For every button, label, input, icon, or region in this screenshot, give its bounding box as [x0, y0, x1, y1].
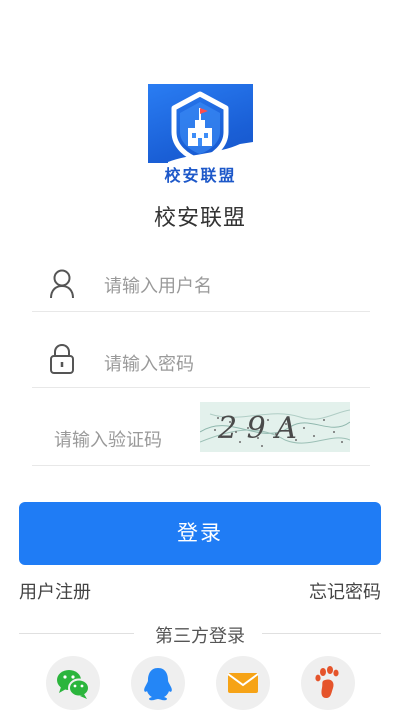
captcha-text: 2 9 A: [217, 411, 297, 446]
captcha-image[interactable]: 2 9 A: [199, 402, 351, 452]
baidu-login-button[interactable]: [301, 656, 355, 710]
qq-login-button[interactable]: [131, 656, 185, 710]
baidu-icon: [315, 666, 339, 698]
wechat-icon: [57, 670, 90, 699]
email-icon: [227, 673, 259, 693]
captcha-input[interactable]: [52, 424, 206, 456]
user-icon: [48, 268, 76, 304]
password-input[interactable]: [102, 348, 356, 380]
app-logo: 校安联盟: [148, 84, 253, 189]
password-field: [32, 336, 370, 388]
third-party-title-label: 第三方登录: [143, 626, 257, 647]
third-party-title: 第三方登录: [0, 622, 400, 648]
app-name: 校安联盟: [153, 206, 246, 231]
register-link[interactable]: 用户注册: [19, 578, 91, 604]
email-login-button[interactable]: [216, 656, 270, 710]
username-field: [32, 258, 370, 312]
logo-text: 校安联盟: [148, 163, 253, 189]
wechat-login-button[interactable]: [46, 656, 100, 710]
captcha-field: 2 9 A: [32, 402, 370, 466]
lock-icon: [48, 343, 76, 379]
username-input[interactable]: [102, 270, 356, 302]
forgot-password-link[interactable]: 忘记密码: [309, 578, 381, 604]
login-button[interactable]: 登录: [19, 502, 381, 565]
qq-icon: [144, 668, 172, 701]
